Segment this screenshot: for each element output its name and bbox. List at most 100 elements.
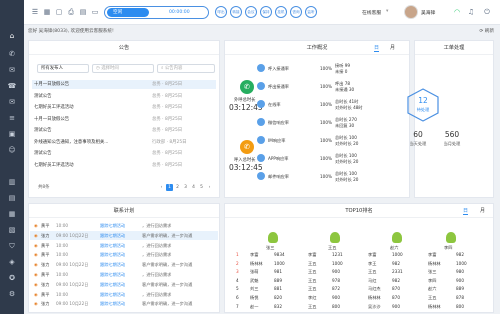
rank-cell: 982 — [392, 277, 400, 283]
contact-row[interactable]: ◉ 黄平 10:00 跟踪七期活动 ，进行回访需求 — [30, 270, 218, 279]
tab-overview-month[interactable]: 月 — [390, 44, 395, 51]
metric-icon — [257, 136, 265, 144]
call-out-button[interactable]: 呼出 — [215, 6, 227, 18]
rank-cell: 王五 — [368, 269, 377, 275]
compass-icon[interactable]: ✪ — [5, 272, 19, 284]
metric-icon — [257, 64, 265, 72]
notification-icon[interactable]: ♫ — [466, 7, 476, 17]
settings-icon[interactable]: ⚙ — [5, 288, 19, 300]
notice-row-title: 测试公告 — [34, 128, 52, 133]
contact-row[interactable]: ◉ 张力 09:00 10月22日 跟踪七期活动 客户需求明确，进一步沟通 — [30, 299, 218, 308]
phone-icon[interactable]: ✆ — [5, 48, 19, 60]
mode-select[interactable]: 在线客服 — [362, 9, 381, 16]
notice-row[interactable]: 十月一日放假公告 总务 · 8月25日 — [32, 115, 216, 124]
rank-cell: 981 — [274, 269, 282, 275]
page-3[interactable]: 3 — [182, 184, 189, 191]
menu-toggle-icon[interactable]: ☰ — [30, 7, 40, 17]
rank-cell: 李富 — [308, 252, 317, 257]
lock-icon[interactable]: ▢ — [54, 7, 64, 17]
rank-cell: 889 — [274, 277, 282, 283]
refresh-button[interactable]: ⟳ 刷新 — [479, 28, 494, 34]
mail-icon[interactable]: ✉ — [5, 96, 19, 108]
rank-cell: 杨悦 — [250, 295, 259, 300]
contact-time: 09:00 10月22日 — [56, 301, 89, 307]
conference-button[interactable]: 会议 — [245, 6, 257, 18]
contact-row[interactable]: ◉ 黄平 10:00 跟踪七期活动 ，进行回访需求 — [30, 290, 218, 299]
tab-top10-month[interactable]: 月 — [480, 207, 485, 214]
contact-desc: 跟踪七期活动 — [100, 252, 126, 258]
next-page-icon[interactable]: › — [206, 184, 213, 191]
file-icon[interactable]: ▧ — [5, 224, 19, 236]
tag-icon[interactable]: ◈ — [5, 256, 19, 268]
notice-row-meta: 总务 · 8月25日 — [152, 116, 183, 122]
contact-row[interactable]: ◉ 黄平 10:00 跟踪七期活动 ，进行回访需求 — [30, 241, 218, 250]
notice-row[interactable]: 测试公告 总务 · 8月25日 — [32, 149, 216, 158]
contact-name: 张力 — [41, 232, 50, 238]
tab-top10-day[interactable]: 日 — [463, 207, 469, 215]
contact-row[interactable]: ◉ 张力 09:00 10月22日 跟踪七期活动 客户需求明确，进一步沟通 — [30, 230, 218, 240]
notice-row[interactable]: 七期好员工评选活动 总务 · 8月25日 — [32, 103, 216, 112]
tab-overview-day[interactable]: 日 — [374, 44, 380, 52]
rank-cell: 王五 — [428, 295, 437, 300]
rank-cell: 1000 — [392, 252, 403, 257]
list-icon[interactable]: ≡ — [5, 112, 19, 124]
metric-detail: 对外时长 20 — [335, 141, 359, 146]
contact-title: 联系计划 — [29, 204, 219, 218]
contact-time: 09:00 10月22日 — [56, 232, 89, 238]
consult-button[interactable]: 咨询 — [290, 6, 302, 18]
hangup-button[interactable]: 挂机 — [275, 6, 287, 18]
status-label[interactable]: 空闲 — [107, 8, 149, 17]
page-5[interactable]: 5 — [198, 184, 205, 191]
pending-hexagon — [407, 88, 439, 122]
rank-cell: 889 — [456, 286, 464, 292]
power-icon[interactable]: ⏻ — [482, 7, 492, 17]
notice-row[interactable]: 测试公告 总务 · 8月25日 — [32, 126, 216, 135]
contact-row[interactable]: ◉ 张力 09:00 10月22日 跟踪七期活动 客户需求明确，进一步沟通 — [30, 280, 218, 289]
dialpad-icon[interactable]: ▦ — [42, 7, 52, 17]
metric-name: 在线率 — [268, 102, 281, 107]
transfer-button[interactable]: 转接 — [230, 6, 242, 18]
pending-label: 待处理 — [416, 107, 430, 112]
month-label: 当月处理 — [443, 141, 461, 146]
phone-book-icon[interactable]: ☎ — [5, 80, 19, 92]
notice-row[interactable]: 七期好员工评选活动 总务 · 8月25日 — [32, 161, 216, 170]
prev-page-icon[interactable]: ‹ — [158, 184, 165, 191]
home-icon[interactable]: ⌂ — [5, 30, 19, 42]
hold-button[interactable]: 保持 — [260, 6, 272, 18]
rank-row: 4 武魁 889 王五 978 马红 982 李四 900 — [232, 277, 492, 285]
contact-status-icon: ◉ — [34, 272, 38, 277]
document-icon[interactable]: ▤ — [78, 7, 88, 17]
monitor-button[interactable]: 监听 — [305, 6, 317, 18]
content-search-input[interactable]: ⌕ 公告内容 — [157, 64, 215, 73]
shield-icon[interactable]: ⛉ — [5, 240, 19, 252]
bar-chart-icon[interactable]: ▤ — [5, 192, 19, 204]
chart-icon[interactable]: ▥ — [5, 176, 19, 188]
avatar[interactable] — [404, 5, 418, 19]
rank-cell: 李富 — [428, 252, 437, 257]
contact-row[interactable]: ◉ 黄平 10:00 跟踪七期活动 ，进行回访需求 — [30, 221, 218, 230]
rank-cell: 980 — [456, 269, 464, 275]
print-icon[interactable]: ⎙ — [66, 7, 76, 17]
username[interactable]: 吴海锋 — [421, 9, 435, 16]
page-1[interactable]: 1 — [166, 184, 173, 191]
rank-row: 6 杨悦 820 李红 900 杨林林 870 王五 878 — [232, 294, 492, 302]
date-input[interactable]: ◷ 选择时间 — [92, 64, 154, 73]
user-icon[interactable]: ☺ — [5, 144, 19, 156]
publisher-select[interactable]: 所有发布人 — [37, 64, 89, 73]
report-icon[interactable]: ▦ — [5, 208, 19, 220]
notice-row[interactable]: 十月一日放假公告 总务 · 8月25日 — [32, 80, 216, 89]
page-2[interactable]: 2 — [174, 184, 181, 191]
notice-row-title: 十月一日放假公告 — [34, 116, 70, 122]
contact-row[interactable]: ◉ 黄平 10:00 跟踪七期活动 ，进行回访需求 — [30, 250, 218, 259]
notice-row[interactable]: 外线通知公告通知，注意事项及相关... 行政部 · 8月25日 — [32, 138, 216, 147]
contact-row[interactable]: ◉ 张力 09:00 10月22日 跟踪七期活动 客户需求明确，进一步沟通 — [30, 260, 218, 269]
trophy-icon — [392, 232, 402, 243]
chevron-down-icon[interactable]: ▾ — [386, 9, 388, 14]
notice-row[interactable]: 测试公告 总务 · 8月25日 — [32, 92, 216, 101]
chat-icon[interactable]: ✉ — [5, 64, 19, 76]
page-4[interactable]: 4 — [190, 184, 197, 191]
notice-row-meta: 总务 · 8月25日 — [152, 93, 183, 99]
folder-icon[interactable]: ▭ — [90, 7, 100, 17]
ticket-icon[interactable]: ▣ — [5, 128, 19, 140]
status-selector[interactable]: 空闲 00:00:00 — [104, 6, 209, 19]
